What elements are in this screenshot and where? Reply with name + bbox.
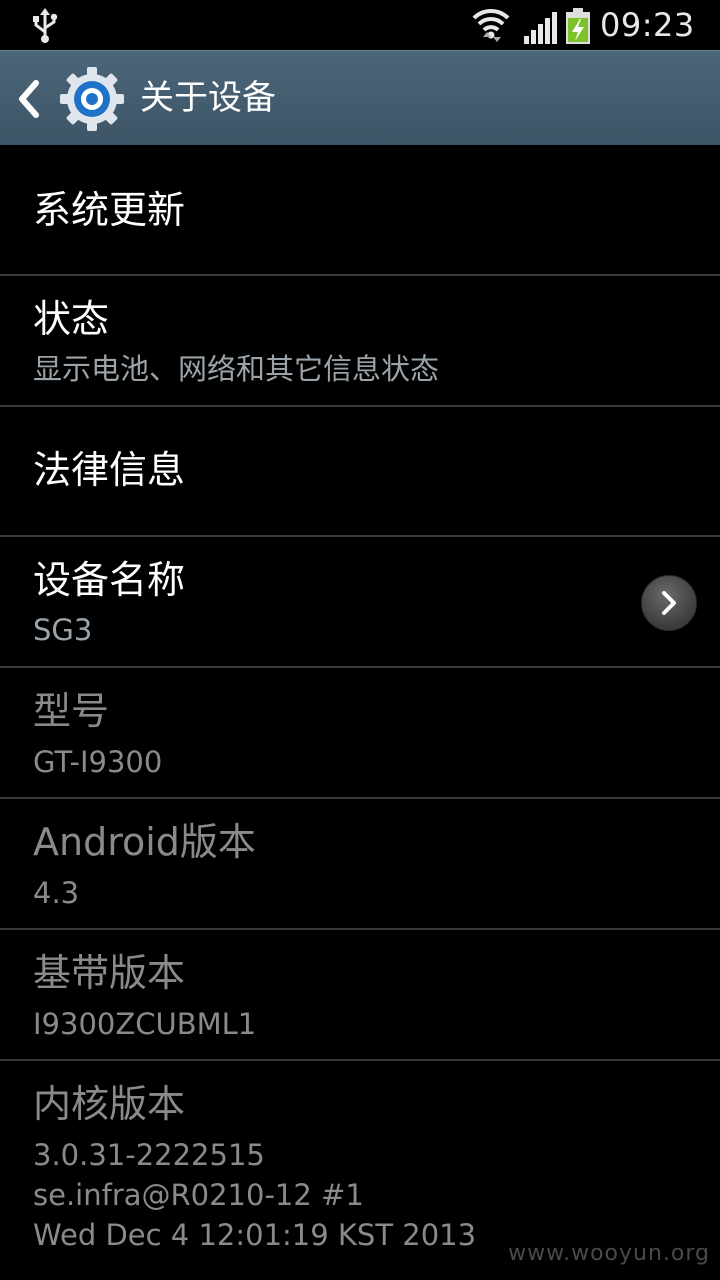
list-item-baseband-version: 基带版本 I9300ZCUBML1 [0,930,720,1061]
chevron-right-icon [662,591,676,615]
settings-list: 系统更新 状态 显示电池、网络和其它信息状态 法律信息 设备名称 SG3 型号 … [0,145,720,1277]
action-bar: 关于设备 [0,50,720,145]
item-subtitle-line-3: Wed Dec 4 12:01:19 KST 2013 [33,1218,477,1252]
list-item-legal-info[interactable]: 法律信息 [0,407,720,537]
watermark: www.wooyun.org [508,1241,710,1266]
list-item-android-version: Android版本 4.3 [0,799,720,930]
settings-gear-icon[interactable] [58,65,126,133]
item-title: 型号 [33,689,110,733]
page-title: 关于设备 [140,78,276,118]
about-device-screen: 09:23 关于设备 系统更新 状态 显示电池、网络和其它信息状态 法律信息 设… [0,0,720,1280]
item-subtitle: I9300ZCUBML1 [33,1007,257,1041]
status-bar: 09:23 [0,0,720,50]
item-title: 内核版本 [33,1082,186,1126]
signal-icon [524,12,557,44]
list-item-system-update[interactable]: 系统更新 [0,145,720,276]
item-subtitle-line-2: se.infra@R0210-12 #1 [33,1178,364,1212]
list-item-model: 型号 GT-I9300 [0,668,720,799]
device-name-edit-button[interactable] [641,575,697,631]
item-subtitle: 显示电池、网络和其它信息状态 [33,352,440,386]
item-title: 设备名称 [33,558,186,602]
list-item-status[interactable]: 状态 显示电池、网络和其它信息状态 [0,276,720,407]
item-title: 系统更新 [33,188,186,232]
item-subtitle-line-1: 3.0.31-2222515 [33,1138,265,1172]
battery-charging-icon [566,8,590,44]
item-title: 法律信息 [33,448,186,492]
status-time: 09:23 [600,6,695,44]
item-subtitle: GT-I9300 [33,745,163,779]
wifi-icon [472,8,510,42]
item-subtitle: 4.3 [33,876,80,910]
item-title: Android版本 [33,820,256,864]
item-title: 基带版本 [33,951,186,995]
back-arrow-icon[interactable] [16,79,42,119]
usb-icon [33,8,58,43]
item-title: 状态 [33,297,110,341]
item-subtitle: SG3 [33,613,93,647]
list-item-device-name[interactable]: 设备名称 SG3 [0,537,720,668]
